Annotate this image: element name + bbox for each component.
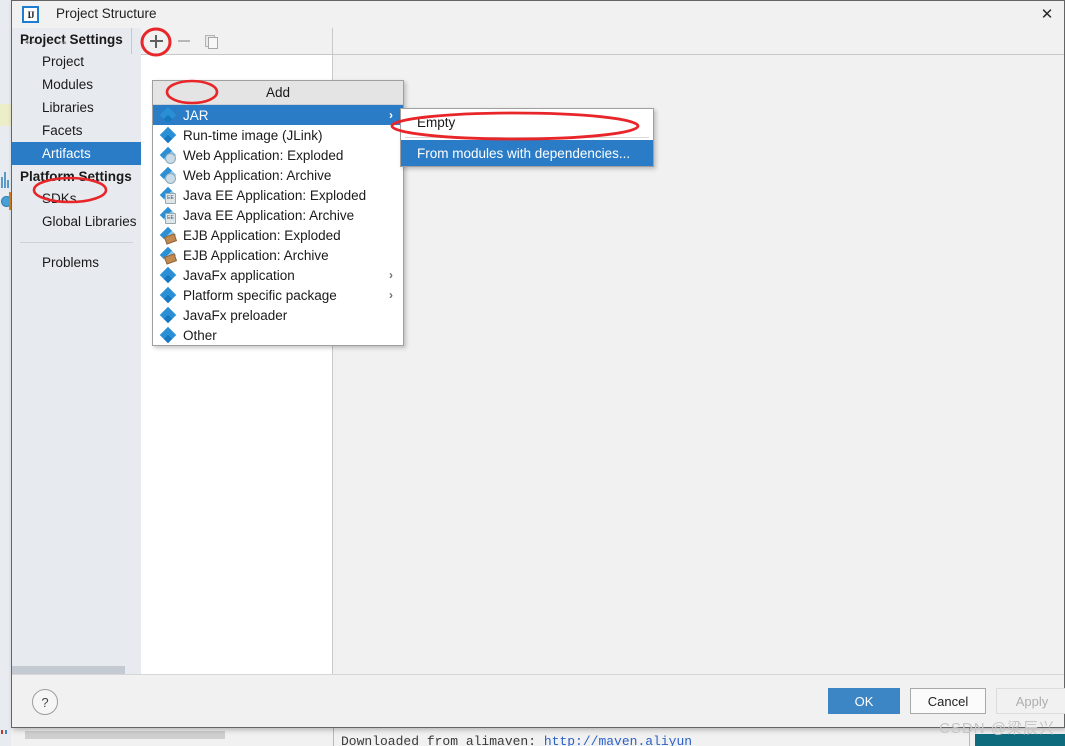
strip-tab-marker xyxy=(0,104,11,126)
add-artifact-button[interactable] xyxy=(146,31,166,51)
watermark-text: CSDN @梁辰兴 xyxy=(939,720,1055,737)
copy-artifact-button[interactable] xyxy=(201,31,221,51)
sidebar-item-problems[interactable]: Problems xyxy=(12,251,141,274)
menu-item-label: Java EE Application: Exploded xyxy=(183,187,367,203)
dialog-titlebar: IJ Project Structure ✕ xyxy=(12,1,1064,29)
javaee-exploded-icon: EE xyxy=(159,186,176,204)
sidebar-divider xyxy=(20,242,133,243)
menu-item-ejb-archive[interactable]: EJB Application: Archive xyxy=(153,245,403,265)
menu-item-label: EJB Application: Exploded xyxy=(183,227,341,243)
sidebar-group-platform-settings: Platform Settings xyxy=(20,169,132,184)
cancel-button[interactable]: Cancel xyxy=(910,688,986,714)
chevron-right-icon: › xyxy=(389,268,393,282)
remove-artifact-button[interactable] xyxy=(174,31,194,51)
add-menu-header: Add xyxy=(153,81,403,105)
strip-structure-icon xyxy=(1,170,10,188)
platform-package-icon xyxy=(159,286,176,304)
apply-button: Apply xyxy=(996,688,1065,714)
toolbar-divider-left xyxy=(131,28,132,54)
dialog-body: Project Settings Project Modules Librari… xyxy=(12,28,1064,675)
screenshot-root: Downloaded from alimaven: http://maven.a… xyxy=(0,0,1065,746)
menu-item-label: Run-time image (JLink) xyxy=(183,127,323,143)
menu-item-label: JavaFx preloader xyxy=(183,307,288,323)
other-icon xyxy=(159,326,176,344)
strip-bottom-icon xyxy=(1,716,10,734)
sidebar-item-global-libraries[interactable]: Global Libraries xyxy=(12,210,141,233)
menu-item-label: Other xyxy=(183,327,217,343)
menu-item-label: JAR xyxy=(183,107,209,123)
navigation-arrows: ← → xyxy=(22,31,70,48)
menu-item-other[interactable]: Other xyxy=(153,325,403,345)
sidebar-item-project[interactable]: Project xyxy=(12,50,141,73)
menu-item-runtime-image[interactable]: Run-time image (JLink) xyxy=(153,125,403,145)
menu-item-label: Web Application: Exploded xyxy=(183,147,344,163)
menu-item-javaee-archive[interactable]: EE Java EE Application: Archive xyxy=(153,205,403,225)
menu-item-web-app-archive[interactable]: Web Application: Archive xyxy=(153,165,403,185)
close-icon[interactable]: ✕ xyxy=(1038,5,1056,23)
help-button[interactable]: ? xyxy=(32,689,58,715)
javafx-preloader-icon xyxy=(159,306,176,324)
dialog-footer: ? OK Cancel Apply xyxy=(12,674,1065,727)
jar-submenu: Empty From modules with dependencies... xyxy=(400,108,654,167)
toolbar-divider-right xyxy=(332,28,333,54)
back-arrow-icon[interactable]: ← xyxy=(22,31,39,48)
menu-item-javafx-preloader[interactable]: JavaFx preloader xyxy=(153,305,403,325)
forward-arrow-icon[interactable]: → xyxy=(53,31,70,48)
javaee-archive-icon: EE xyxy=(159,206,176,224)
submenu-item-empty[interactable]: Empty xyxy=(401,109,653,135)
javafx-app-icon xyxy=(159,266,176,284)
ejb-exploded-icon xyxy=(159,226,178,245)
ide-panel-divider-left xyxy=(333,725,334,746)
sidebar-item-libraries[interactable]: Libraries xyxy=(12,96,141,119)
submenu-divider xyxy=(405,137,649,138)
add-artifact-menu: Add JAR › Run-time image (JLink) Web App… xyxy=(152,80,404,346)
menu-item-label: Java EE Application: Archive xyxy=(183,207,355,223)
dialog-title: Project Structure xyxy=(56,6,157,21)
menu-item-label: EJB Application: Archive xyxy=(183,247,329,263)
menu-item-label: Web Application: Archive xyxy=(183,167,332,183)
runtime-image-icon xyxy=(159,126,176,144)
project-structure-dialog: IJ Project Structure ✕ Project Settings … xyxy=(11,0,1065,728)
menu-item-jar[interactable]: JAR › xyxy=(153,105,403,125)
sidebar-item-artifacts[interactable]: Artifacts xyxy=(12,142,141,165)
artifacts-toolbar: ← → xyxy=(22,28,1064,55)
console-output-prefix: Downloaded from alimaven: xyxy=(341,734,544,746)
ejb-archive-icon xyxy=(159,246,178,265)
menu-item-javaee-exploded[interactable]: EE Java EE Application: Exploded xyxy=(153,185,403,205)
menu-item-javafx-application[interactable]: JavaFx application › xyxy=(153,265,403,285)
ok-button[interactable]: OK xyxy=(828,688,900,714)
minus-icon xyxy=(178,40,190,42)
submenu-item-from-modules-with-dependencies[interactable]: From modules with dependencies... xyxy=(401,140,653,166)
sidebar-item-sdks[interactable]: SDKs xyxy=(12,187,141,210)
console-output-line: Downloaded from alimaven: http://maven.a… xyxy=(341,734,692,746)
console-output-url: http://maven.aliyun xyxy=(543,734,693,746)
chevron-right-icon: › xyxy=(389,288,393,302)
sidebar-item-modules[interactable]: Modules xyxy=(12,73,141,96)
chevron-right-icon: › xyxy=(389,108,393,122)
intellij-logo-icon: IJ xyxy=(22,6,39,23)
menu-item-label: JavaFx application xyxy=(183,267,295,283)
menu-item-web-app-exploded[interactable]: Web Application: Exploded xyxy=(153,145,403,165)
plus-icon xyxy=(149,34,163,48)
menu-item-platform-specific-package[interactable]: Platform specific package › xyxy=(153,285,403,305)
sidebar-item-facets[interactable]: Facets xyxy=(12,119,141,142)
menu-item-label: Platform specific package xyxy=(183,287,337,303)
copy-icon xyxy=(205,34,218,49)
web-app-exploded-icon xyxy=(159,146,176,164)
ide-horizontal-scrollbar[interactable] xyxy=(25,731,225,739)
jar-icon xyxy=(159,106,176,124)
web-app-archive-icon xyxy=(159,166,176,184)
menu-item-ejb-exploded[interactable]: EJB Application: Exploded xyxy=(153,225,403,245)
ide-console-strip: Downloaded from alimaven: http://maven.a… xyxy=(11,725,1065,746)
settings-sidebar: Project Settings Project Modules Librari… xyxy=(12,28,142,675)
